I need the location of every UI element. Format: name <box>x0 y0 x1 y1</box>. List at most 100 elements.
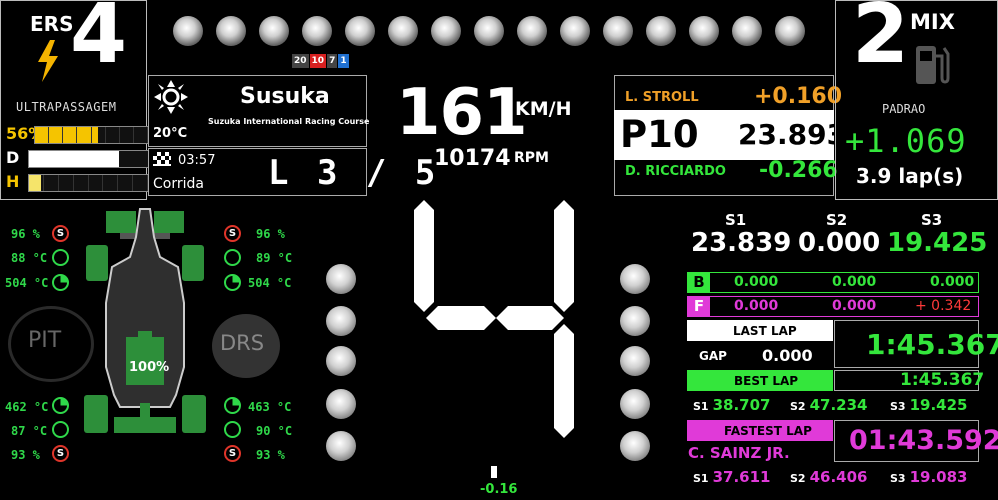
rev-light <box>775 16 805 46</box>
rev-light <box>603 16 633 46</box>
side-light <box>326 346 356 376</box>
harvest-label: H <box>6 172 20 191</box>
rev-light <box>431 16 461 46</box>
track-name: Susuka <box>240 84 330 109</box>
fastest-delta-s3: + 0.342 <box>915 298 972 314</box>
speed-value: 161 <box>396 76 528 150</box>
rpm-unit: RPM <box>514 150 549 166</box>
best-delta-key: B <box>688 273 710 292</box>
temp-gauge-icon <box>52 421 69 438</box>
side-light <box>620 306 650 336</box>
sun-icon <box>154 80 188 114</box>
rev-light <box>646 16 676 46</box>
side-light <box>326 264 356 294</box>
ers-mode-value: 4 <box>70 0 128 82</box>
fastest-delta-s2: 0.000 <box>832 298 877 314</box>
speed-unit: KM/H <box>515 98 572 120</box>
best-lap-label: BEST LAP <box>734 374 799 388</box>
harvest-bar: H <box>6 172 149 194</box>
rev-light <box>173 16 203 46</box>
fuel-pump-icon <box>916 46 950 84</box>
rev-light <box>302 16 332 46</box>
brake-gauge-icon <box>224 274 241 291</box>
rl-temp: 87 °C <box>11 424 48 438</box>
steering-indicator <box>491 466 497 478</box>
temp-gauge-icon <box>224 249 241 266</box>
fuel-mix-value: 2 <box>852 0 910 82</box>
ers-mode-name: ULTRAPASSAGEM <box>16 100 117 114</box>
lightning-icon <box>38 40 58 82</box>
best-delta-s1: 0.000 <box>734 274 779 290</box>
fuel-mix-name: PADRAO <box>882 102 926 116</box>
ers-label: ERS <box>30 12 74 36</box>
lap-counter: L 3 / 5 <box>268 153 440 193</box>
rev-light <box>259 16 289 46</box>
rpm-value: 10174 <box>434 146 511 171</box>
side-light <box>620 264 650 294</box>
best-delta-s3: 0.000 <box>930 274 975 290</box>
fastest-lap-label: FASTEST LAP <box>724 424 812 438</box>
side-light <box>620 389 650 419</box>
fastest-lap-driver: C. SAINZ JR. <box>688 444 790 462</box>
current-lap-time: 23.893 <box>738 118 847 151</box>
track-full-name: Suzuka International Racing Course <box>208 117 370 126</box>
mini-light: 7 <box>327 54 338 68</box>
fuel-mix-label: MIX <box>910 10 955 34</box>
rev-light <box>388 16 418 46</box>
best-split-1: S1 38.707 <box>693 396 771 414</box>
fastest-lap-time: 01:43.592 <box>849 425 998 456</box>
mini-light: 10 <box>309 54 327 68</box>
session-type: Corrida <box>153 176 204 192</box>
rev-light <box>345 16 375 46</box>
drs-label: DRS <box>220 331 265 355</box>
sector-3-time: 19.425 <box>887 228 988 258</box>
fastest-split-1: S1 37.611 <box>693 468 771 486</box>
sector-2-label: S2 <box>826 211 848 229</box>
rev-light <box>517 16 547 46</box>
best-split-2: S2 47.234 <box>790 396 868 414</box>
fl-brake: 504 °C <box>5 276 49 290</box>
gap-value: 0.000 <box>762 346 813 365</box>
deploy-bar: D <box>6 148 149 170</box>
rl-wear: 93 % <box>11 448 40 462</box>
last-lap-label: LAST LAP <box>733 324 797 338</box>
driver-behind-gap: -0.266 <box>759 158 838 183</box>
fastest-delta-s1: 0.000 <box>734 298 779 314</box>
rev-light <box>689 16 719 46</box>
rr-temp: 90 °C <box>256 424 293 438</box>
soft-tyre-icon: S <box>224 445 241 462</box>
temp-gauge-icon <box>224 421 241 438</box>
rev-light <box>474 16 504 46</box>
side-light <box>326 389 356 419</box>
car-fuel-percent: 100% <box>129 360 170 375</box>
brake-gauge-icon <box>52 397 69 414</box>
sector-1-label: S1 <box>725 211 747 229</box>
soft-tyre-icon: S <box>52 445 69 462</box>
last-lap-time: 1:45.367 <box>866 328 998 361</box>
brake-gauge-icon <box>52 274 69 291</box>
fastest-delta-row: F 0.000 0.000 + 0.342 <box>687 296 979 317</box>
checkered-flag-icon <box>153 152 171 166</box>
rl-brake: 462 °C <box>5 400 49 414</box>
soft-tyre-icon: S <box>224 225 241 242</box>
car-diagram <box>84 208 206 433</box>
race-position: P10 <box>620 113 699 156</box>
side-light <box>326 431 356 461</box>
fastest-delta-key: F <box>688 297 710 316</box>
brake-gauge-icon <box>224 397 241 414</box>
driver-ahead-name: L. STROLL <box>625 90 699 105</box>
fl-wear: 96 % <box>11 227 40 241</box>
mini-light: 20 <box>292 54 309 68</box>
sector-3-label: S3 <box>921 211 943 229</box>
best-delta-s2: 0.000 <box>832 274 877 290</box>
fl-temp: 88 °C <box>11 251 48 265</box>
gear-display <box>414 200 574 438</box>
gap-label: GAP <box>699 349 727 363</box>
mini-light: 1 <box>338 54 349 68</box>
air-temp: 20°C <box>153 126 188 141</box>
rev-light <box>560 16 590 46</box>
side-light <box>326 306 356 336</box>
driver-behind-name: D. RICCIARDO <box>625 164 726 179</box>
deploy-label: D <box>6 148 20 167</box>
fr-brake: 504 °C <box>248 276 292 290</box>
